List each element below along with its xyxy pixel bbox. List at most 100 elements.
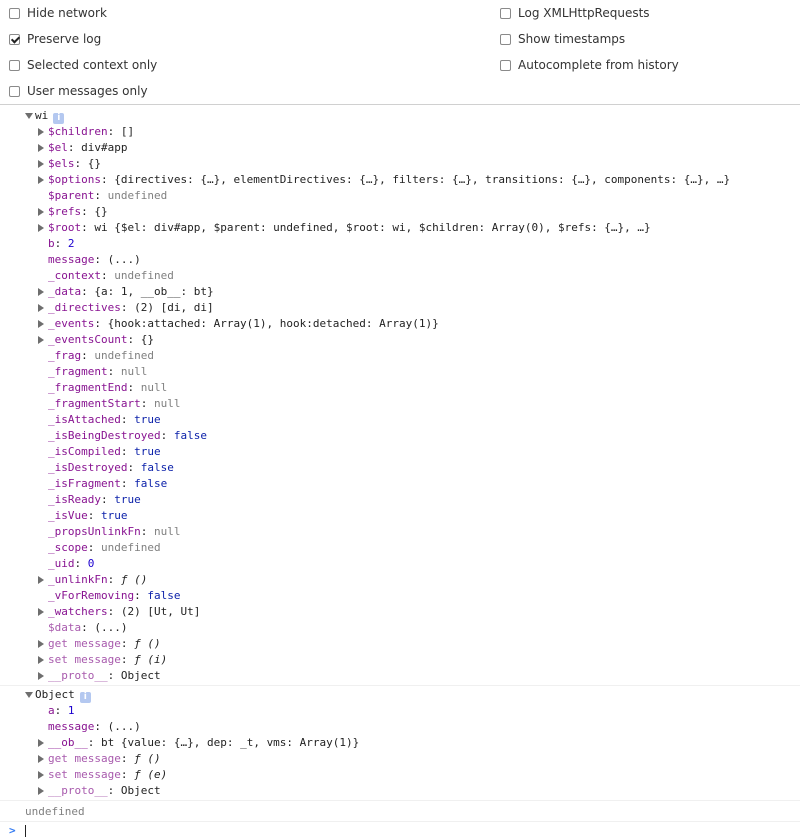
property-row[interactable]: $root: wi {$el: div#app, $parent: undefi… (0, 220, 800, 236)
property-row[interactable]: __proto__: Object (0, 668, 800, 684)
property-row[interactable]: _watchers: (2) [Ut, Ut] (0, 604, 800, 620)
property-row[interactable]: _directives: (2) [di, di] (0, 300, 800, 316)
console-prompt[interactable]: > (0, 822, 800, 839)
property-row[interactable]: $els: {} (0, 156, 800, 172)
property-key: get message (48, 752, 121, 765)
expand-triangle-icon[interactable] (38, 608, 44, 616)
property-row[interactable]: _eventsCount: {} (0, 332, 800, 348)
property-row[interactable]: get message: ƒ () (0, 751, 800, 767)
property-row[interactable]: $children: [] (0, 124, 800, 140)
checkbox[interactable] (500, 59, 511, 71)
property-value: false (147, 589, 181, 602)
property-key: __proto__ (48, 669, 108, 682)
property-row[interactable]: _data: {a: 1, __ob__: bt} (0, 284, 800, 300)
property-value: false (173, 429, 207, 442)
property-key: _eventsCount (48, 333, 128, 346)
expand-triangle-icon[interactable] (38, 771, 44, 779)
property-row[interactable]: set message: ƒ (i) (0, 652, 800, 668)
property-row[interactable]: set message: ƒ (e) (0, 767, 800, 783)
property-value: 1 (67, 704, 75, 717)
expand-triangle-icon[interactable] (38, 160, 44, 168)
property-row[interactable]: get message: ƒ () (0, 636, 800, 652)
property-separator: : (100, 173, 115, 186)
property-key: _isDestroyed (48, 461, 128, 474)
property-key: _directives (48, 301, 121, 314)
info-icon[interactable]: i (79, 692, 91, 703)
expand-triangle-icon[interactable] (38, 576, 44, 584)
expand-triangle-icon[interactable] (38, 656, 44, 664)
property-row[interactable]: _events: {hook:attached: Array(1), hook:… (0, 316, 800, 332)
property-key: _events (48, 317, 95, 330)
checkbox[interactable] (9, 33, 20, 45)
expand-triangle-icon[interactable] (38, 755, 44, 763)
expand-triangle-icon[interactable] (25, 113, 33, 119)
checkbox-label: Selected context only (27, 58, 158, 72)
property-row: _isCompiled: true (0, 444, 800, 460)
property-separator: : (81, 285, 95, 298)
property-key: $children (48, 125, 108, 138)
expand-triangle-icon[interactable] (38, 739, 44, 747)
property-value: (2) [Ut, Ut] (120, 605, 201, 618)
property-value: true (114, 493, 141, 506)
property-key: __ob__ (48, 736, 88, 749)
checkbox-label: Autocomplete from history (518, 58, 679, 72)
checkbox[interactable] (9, 59, 20, 71)
property-value: undefined (94, 349, 154, 362)
property-key: $root (48, 221, 82, 234)
property-separator: : (54, 237, 68, 250)
info-icon[interactable]: i (53, 113, 65, 124)
object-header[interactable]: Object i (0, 687, 800, 703)
property-value: ƒ (e) (134, 768, 168, 781)
property-row[interactable]: __ob__: bt {value: {…}, dep: _t, vms: Ar… (0, 735, 800, 751)
expand-triangle-icon[interactable] (38, 224, 44, 232)
property-value: Object (120, 784, 161, 797)
property-value: undefined (107, 189, 168, 202)
expand-triangle-icon[interactable] (38, 336, 44, 344)
property-separator: : (87, 736, 101, 749)
property-separator: : (100, 493, 115, 506)
setting-hide-network[interactable]: Hide network (9, 4, 107, 22)
property-key: _scope (48, 541, 88, 554)
checkbox[interactable] (500, 33, 511, 45)
property-row: _propsUnlinkFn: null (0, 524, 800, 540)
object-header[interactable]: wi i (0, 108, 800, 124)
expand-triangle-icon[interactable] (38, 144, 44, 152)
expand-triangle-icon[interactable] (38, 304, 44, 312)
expand-triangle-icon[interactable] (38, 288, 44, 296)
expand-triangle-icon[interactable] (38, 320, 44, 328)
property-separator: : (127, 333, 141, 346)
property-row[interactable]: __proto__: Object (0, 783, 800, 799)
checkbox[interactable] (9, 85, 20, 97)
setting-show-timestamps[interactable]: Show timestamps (500, 30, 625, 48)
expand-triangle-icon[interactable] (38, 208, 44, 216)
property-value: ƒ () (134, 752, 161, 765)
checkbox[interactable] (500, 7, 511, 19)
property-key: $els (48, 157, 75, 170)
setting-user-messages-only[interactable]: User messages only (9, 82, 148, 100)
property-value: {} (87, 157, 101, 170)
expand-triangle-icon[interactable] (38, 128, 44, 136)
property-row[interactable]: $options: {directives: {…}, elementDirec… (0, 172, 800, 188)
property-key: __proto__ (48, 784, 108, 797)
property-row[interactable]: $el: div#app (0, 140, 800, 156)
checkbox[interactable] (9, 7, 20, 19)
property-separator: : (107, 365, 121, 378)
property-value: {} (140, 333, 154, 346)
property-value: ƒ () (134, 637, 161, 650)
setting-selected-context-only[interactable]: Selected context only (9, 56, 157, 74)
expand-triangle-icon[interactable] (38, 176, 44, 184)
expand-triangle-icon[interactable] (38, 787, 44, 795)
object-name: Object (35, 688, 75, 701)
expand-triangle-icon[interactable] (38, 672, 44, 680)
property-row: _context: undefined (0, 268, 800, 284)
property-value: true (134, 445, 161, 458)
property-row[interactable]: $refs: {} (0, 204, 800, 220)
setting-preserve-log[interactable]: Preserve log (9, 30, 101, 48)
property-row[interactable]: _unlinkFn: ƒ () (0, 572, 800, 588)
property-separator: : (94, 720, 108, 733)
setting-autocomplete-from-history[interactable]: Autocomplete from history (500, 56, 679, 74)
setting-log-xmlhttprequests[interactable]: Log XMLHttpRequests (500, 4, 650, 22)
property-separator: : (140, 397, 154, 410)
expand-triangle-icon[interactable] (25, 692, 33, 698)
expand-triangle-icon[interactable] (38, 640, 44, 648)
